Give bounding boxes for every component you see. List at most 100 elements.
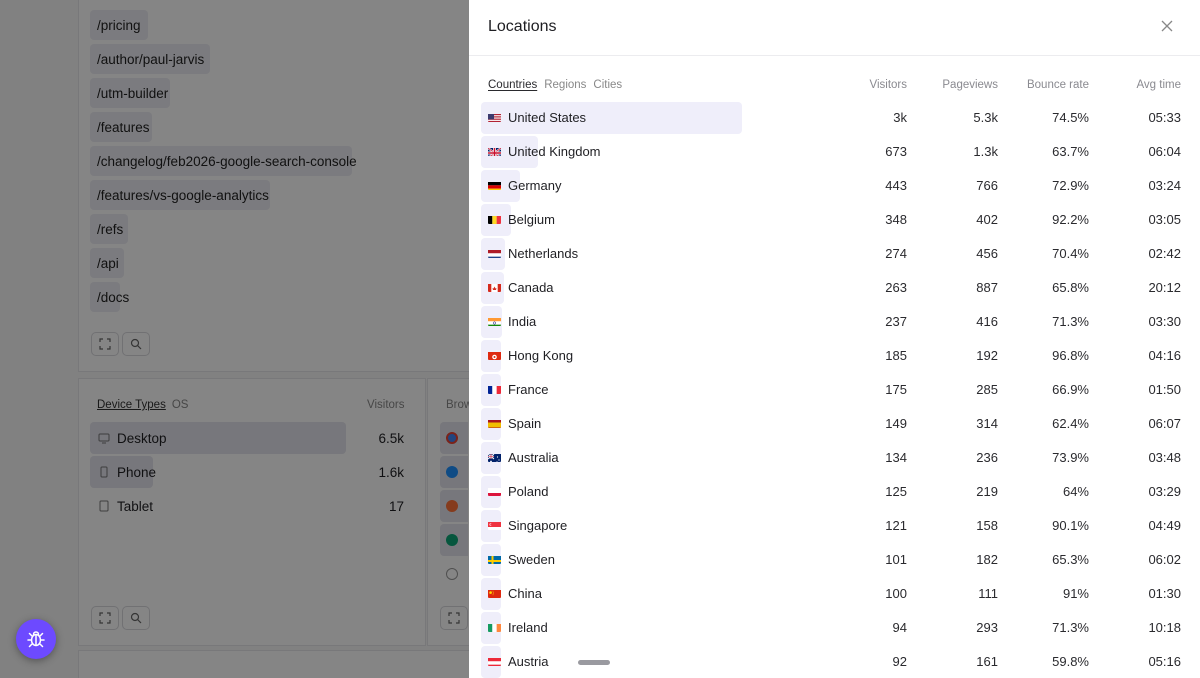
bug-icon bbox=[27, 631, 45, 648]
flag-at-icon bbox=[488, 656, 501, 666]
pageviews-value: 182 bbox=[976, 552, 998, 567]
panel-header: Locations bbox=[469, 0, 1200, 56]
pageviews-value: 236 bbox=[976, 450, 998, 465]
avg-time-value: 02:42 bbox=[1148, 246, 1181, 261]
country-name: Spain bbox=[508, 416, 542, 431]
bounce-rate-value: 96.8% bbox=[1052, 348, 1089, 363]
location-row[interactable]: India 237 416 71.3% 03:30 bbox=[481, 306, 1181, 338]
bounce-rate-value: 59.8% bbox=[1052, 654, 1089, 669]
flag-es-icon bbox=[488, 418, 501, 428]
scroll-indicator[interactable] bbox=[578, 660, 610, 665]
visitors-value: 673 bbox=[885, 144, 907, 159]
avg-time-value: 10:18 bbox=[1148, 620, 1181, 635]
avg-time-value: 03:30 bbox=[1148, 314, 1181, 329]
location-row[interactable]: Australia 134 236 73.9% 03:48 bbox=[481, 442, 1181, 474]
country-name: Australia bbox=[508, 450, 559, 465]
location-row[interactable]: France 175 285 66.9% 01:50 bbox=[481, 374, 1181, 406]
pageviews-value: 887 bbox=[976, 280, 998, 295]
country-name: Poland bbox=[508, 484, 549, 499]
visitors-value: 3k bbox=[893, 110, 907, 125]
location-row[interactable]: Hong Kong 185 192 96.8% 04:16 bbox=[481, 340, 1181, 372]
flag-us-icon bbox=[488, 112, 501, 122]
visitors-value: 125 bbox=[885, 484, 907, 499]
location-row[interactable]: Singapore 121 158 90.1% 04:49 bbox=[481, 510, 1181, 542]
bounce-rate-value: 91% bbox=[1062, 586, 1089, 601]
pageviews-value: 158 bbox=[976, 518, 998, 533]
close-button[interactable] bbox=[1157, 16, 1177, 36]
pageviews-value: 111 bbox=[978, 586, 998, 601]
pageviews-value: 219 bbox=[976, 484, 998, 499]
location-row[interactable]: Poland 125 219 64% 03:29 bbox=[481, 476, 1181, 508]
location-row[interactable]: Netherlands 274 456 70.4% 02:42 bbox=[481, 238, 1181, 270]
flag-gb-icon bbox=[488, 146, 501, 156]
avg-time-value: 06:04 bbox=[1148, 144, 1181, 159]
flag-hk-icon bbox=[488, 350, 501, 360]
bounce-rate-value: 64% bbox=[1062, 484, 1089, 499]
bounce-rate-value: 71.3% bbox=[1052, 314, 1089, 329]
locations-panel: Locations Countries Regions Cities Visit… bbox=[469, 0, 1200, 678]
visitors-value: 443 bbox=[885, 178, 907, 193]
avg-time-value: 04:16 bbox=[1148, 348, 1181, 363]
visitors-value: 121 bbox=[885, 518, 907, 533]
avg-time-value: 20:12 bbox=[1148, 280, 1181, 295]
country-name: China bbox=[508, 586, 542, 601]
debug-button[interactable] bbox=[16, 619, 56, 659]
bounce-rate-value: 71.3% bbox=[1052, 620, 1089, 635]
bounce-rate-value: 90.1% bbox=[1052, 518, 1089, 533]
location-row[interactable]: Canada 263 887 65.8% 20:12 bbox=[481, 272, 1181, 304]
column-avg-time[interactable]: Avg time bbox=[1109, 79, 1181, 91]
country-name: France bbox=[508, 382, 549, 397]
visitors-value: 263 bbox=[885, 280, 907, 295]
visitors-value: 185 bbox=[885, 348, 907, 363]
location-row[interactable]: Germany 443 766 72.9% 03:24 bbox=[481, 170, 1181, 202]
country-name: Germany bbox=[508, 178, 562, 193]
bounce-rate-value: 73.9% bbox=[1052, 450, 1089, 465]
avg-time-value: 05:16 bbox=[1148, 654, 1181, 669]
country-name: Belgium bbox=[508, 212, 555, 227]
visitors-value: 100 bbox=[885, 586, 907, 601]
flag-ca-icon bbox=[488, 282, 501, 292]
column-bounce-rate[interactable]: Bounce rate bbox=[1009, 79, 1089, 91]
flag-be-icon bbox=[488, 214, 501, 224]
avg-time-value: 03:24 bbox=[1148, 178, 1181, 193]
bounce-rate-value: 92.2% bbox=[1052, 212, 1089, 227]
country-name: Hong Kong bbox=[508, 348, 574, 363]
country-name: Ireland bbox=[508, 620, 548, 635]
bounce-rate-value: 65.3% bbox=[1052, 552, 1089, 567]
tab-countries[interactable]: Countries bbox=[488, 79, 537, 91]
column-visitors[interactable]: Visitors bbox=[855, 79, 908, 91]
visitors-value: 274 bbox=[885, 246, 907, 261]
location-row[interactable]: Ireland 94 293 71.3% 10:18 bbox=[481, 612, 1181, 644]
flag-fr-icon bbox=[488, 384, 501, 394]
visitors-value: 94 bbox=[892, 620, 907, 635]
tab-cities[interactable]: Cities bbox=[593, 79, 622, 91]
tab-regions[interactable]: Regions bbox=[544, 79, 586, 91]
flag-pl-icon bbox=[488, 486, 501, 496]
avg-time-value: 03:05 bbox=[1148, 212, 1181, 227]
flag-in-icon bbox=[488, 316, 501, 326]
bounce-rate-value: 70.4% bbox=[1052, 246, 1089, 261]
pageviews-value: 192 bbox=[976, 348, 998, 363]
visitors-value: 101 bbox=[885, 552, 907, 567]
location-tabs: Countries Regions Cities bbox=[488, 79, 622, 91]
column-pageviews[interactable]: Pageviews bbox=[923, 79, 998, 91]
pageviews-value: 1.3k bbox=[973, 144, 998, 159]
bounce-rate-value: 74.5% bbox=[1052, 110, 1089, 125]
location-row[interactable]: Belgium 348 402 92.2% 03:05 bbox=[481, 204, 1181, 236]
location-row[interactable]: Spain 149 314 62.4% 06:07 bbox=[481, 408, 1181, 440]
country-name: India bbox=[508, 314, 537, 329]
location-row[interactable]: China 100 111 91% 01:30 bbox=[481, 578, 1181, 610]
flag-cn-icon bbox=[488, 588, 501, 598]
country-name: United States bbox=[508, 110, 587, 125]
avg-time-value: 01:50 bbox=[1148, 382, 1181, 397]
visitors-value: 92 bbox=[892, 654, 907, 669]
location-row[interactable]: Sweden 101 182 65.3% 06:02 bbox=[481, 544, 1181, 576]
bounce-rate-value: 72.9% bbox=[1052, 178, 1089, 193]
location-row[interactable]: United States 3k 5.3k 74.5% 05:33 bbox=[481, 102, 1181, 134]
panel-title: Locations bbox=[488, 18, 557, 35]
bounce-rate-value: 63.7% bbox=[1052, 144, 1089, 159]
visitors-value: 348 bbox=[885, 212, 907, 227]
pageviews-value: 416 bbox=[976, 314, 998, 329]
location-row[interactable]: United Kingdom 673 1.3k 63.7% 06:04 bbox=[481, 136, 1181, 168]
country-name: Singapore bbox=[508, 518, 568, 533]
